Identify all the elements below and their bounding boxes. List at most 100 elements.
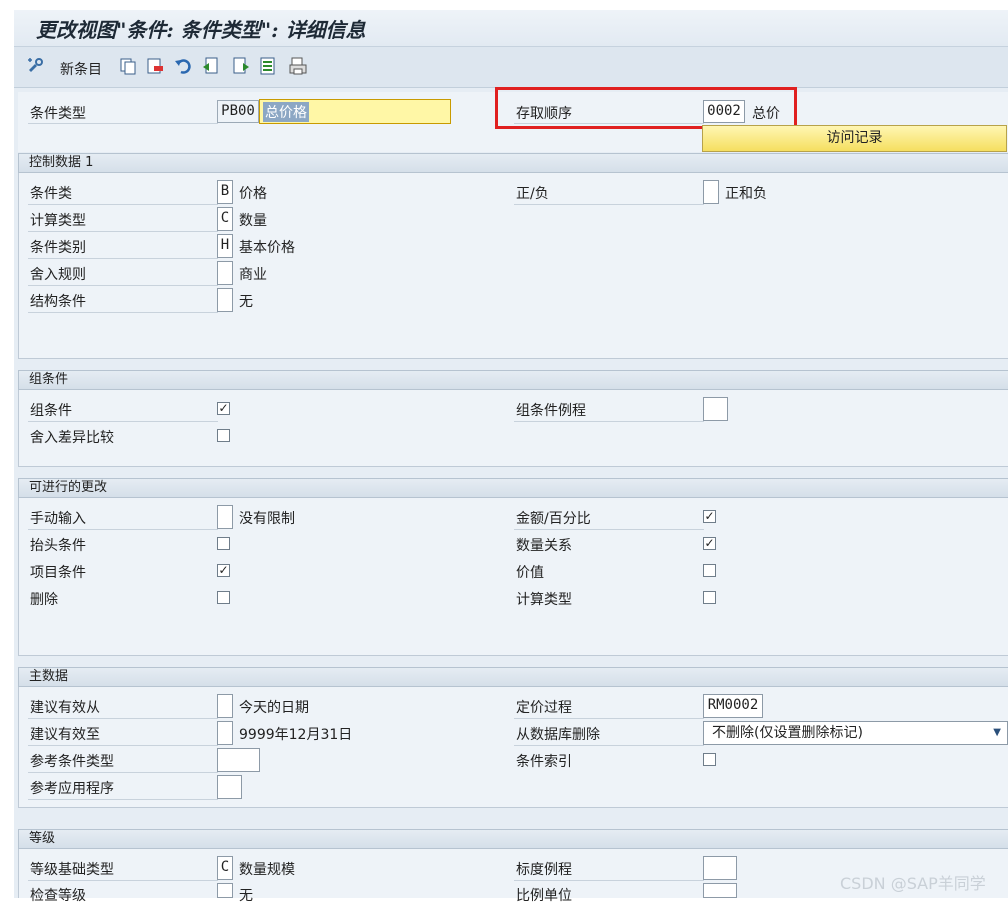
valid-to-input[interactable] [217, 721, 233, 745]
underline [28, 285, 218, 286]
calculation-type-input[interactable]: C [217, 207, 233, 231]
group-condition-panel [18, 389, 1008, 467]
group-routine-label: 组条件例程 [516, 403, 586, 419]
group-routine-input[interactable] [703, 397, 728, 421]
condition-class-label: 条件类 [30, 186, 72, 202]
check-scale-label: 检查等级 [30, 888, 86, 904]
valid-from-input[interactable] [217, 694, 233, 718]
condition-category-desc: 基本价格 [239, 240, 295, 256]
structure-condition-input[interactable] [217, 288, 233, 312]
select-all-icon[interactable] [258, 56, 278, 76]
condition-category-input[interactable]: H [217, 234, 233, 258]
scales-header: 等级 [18, 829, 1008, 849]
condition-type-label: 条件类型 [30, 106, 86, 122]
new-entries-button[interactable]: 新条目 [60, 59, 102, 79]
print-icon[interactable] [288, 56, 308, 76]
condition-index-checkbox[interactable] [703, 753, 716, 766]
access-records-button[interactable]: 访问记录 [702, 125, 1007, 152]
underline [28, 799, 218, 800]
control-data-title: 控制数据 1 [29, 155, 94, 170]
rounding-diff-label: 舍入差异比较 [30, 430, 114, 446]
delete-label: 删除 [30, 592, 58, 608]
delete-from-db-select[interactable]: 不删除(仅设置删除标记) ▼ [703, 721, 1008, 745]
valid-to-label: 建议有效至 [30, 727, 100, 743]
value-checkbox[interactable] [703, 564, 716, 577]
highlight-box [495, 87, 797, 129]
scales-title: 等级 [29, 831, 56, 846]
manual-entry-label: 手动输入 [30, 511, 86, 527]
scale-basis-input[interactable]: C [217, 856, 233, 880]
check-scale-desc: 无 [239, 888, 253, 904]
check-scale-input[interactable] [217, 883, 233, 898]
underline [28, 421, 218, 422]
valid-from-desc: 今天的日期 [239, 700, 309, 716]
plus-minus-desc: 正和负 [725, 186, 767, 202]
quantity-relation-checkbox[interactable]: ✓ [703, 537, 716, 550]
manual-entry-input[interactable] [217, 505, 233, 529]
underline [514, 421, 704, 422]
underline [514, 745, 704, 746]
underline [28, 312, 218, 313]
quantity-relation-label: 数量关系 [516, 538, 572, 554]
group-condition-label: 组条件 [30, 403, 72, 419]
calc-type-change-label: 计算类型 [516, 592, 572, 608]
condition-category-label: 条件类别 [30, 240, 86, 256]
underline [28, 880, 218, 881]
copy-icon[interactable] [118, 56, 138, 76]
underline [514, 204, 704, 205]
changes-title: 可进行的更改 [29, 480, 108, 495]
delete-from-db-value: 不删除(仅设置删除标记) [712, 725, 863, 741]
rounding-rule-input[interactable] [217, 261, 233, 285]
underline [28, 231, 218, 232]
underline [28, 123, 218, 124]
item-condition-label: 项目条件 [30, 565, 86, 581]
undo-icon[interactable] [173, 56, 193, 76]
condition-type-desc-input[interactable]: 总价格 [259, 99, 451, 124]
condition-type-desc: 总价格 [263, 102, 309, 122]
changes-header: 可进行的更改 [18, 478, 1008, 498]
master-data-title: 主数据 [29, 669, 69, 684]
underline [28, 204, 218, 205]
pricing-procedure-input[interactable]: RM0002 [703, 694, 763, 718]
header-condition-checkbox[interactable] [217, 537, 230, 550]
group-condition-checkbox[interactable]: ✓ [217, 402, 230, 415]
chevron-down-icon[interactable]: ▼ [993, 722, 1001, 744]
plus-minus-input[interactable] [703, 180, 719, 204]
value-label: 价值 [516, 565, 544, 581]
delete-from-db-label: 从数据库删除 [516, 727, 600, 743]
underline [514, 529, 704, 530]
rounding-diff-checkbox[interactable] [217, 429, 230, 442]
ref-condition-type-label: 参考条件类型 [30, 754, 114, 770]
scale-routine-label: 标度例程 [516, 862, 572, 878]
display-change-icon[interactable] [26, 56, 46, 76]
group-condition-header: 组条件 [18, 370, 1008, 390]
ref-condition-type-input[interactable] [217, 748, 260, 772]
condition-class-input[interactable]: B [217, 180, 233, 204]
rounding-rule-desc: 商业 [239, 267, 267, 283]
structure-condition-desc: 无 [239, 294, 253, 310]
calculation-type-label: 计算类型 [30, 213, 86, 229]
scale-basis-label: 等级基础类型 [30, 862, 114, 878]
ref-application-input[interactable] [217, 775, 242, 799]
underline [28, 772, 218, 773]
previous-entry-icon[interactable] [201, 56, 221, 76]
group-condition-title: 组条件 [29, 372, 69, 387]
delete-checkbox[interactable] [217, 591, 230, 604]
calculation-type-desc: 数量 [239, 213, 267, 229]
next-entry-icon[interactable] [231, 56, 251, 76]
manual-entry-desc: 没有限制 [239, 511, 295, 527]
rounding-rule-label: 舍入规则 [30, 267, 86, 283]
control-data-panel [18, 172, 1008, 359]
delete-icon[interactable] [145, 56, 165, 76]
scale-basis-desc: 数量规模 [239, 862, 295, 878]
header-condition-label: 抬头条件 [30, 538, 86, 554]
condition-class-desc: 价格 [239, 186, 267, 202]
amount-percent-label: 金额/百分比 [516, 511, 591, 527]
plus-minus-label: 正/负 [516, 186, 549, 202]
scale-unit-input[interactable] [703, 883, 737, 898]
amount-percent-checkbox[interactable]: ✓ [703, 510, 716, 523]
underline [28, 258, 218, 259]
item-condition-checkbox[interactable]: ✓ [217, 564, 230, 577]
scale-routine-input[interactable] [703, 856, 737, 880]
calc-type-change-checkbox[interactable] [703, 591, 716, 604]
